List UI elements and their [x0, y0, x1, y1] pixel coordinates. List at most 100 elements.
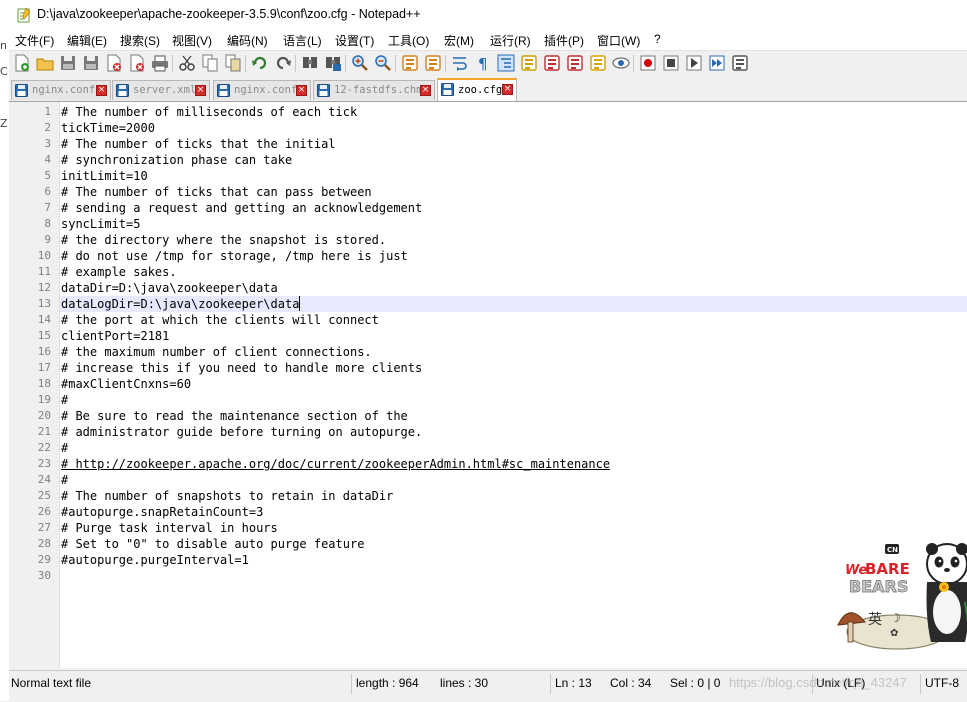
code-line[interactable]: # administrator guide before turning on … — [61, 424, 422, 440]
word-wrap-icon[interactable] — [451, 54, 469, 72]
line-number: 16 — [37, 345, 51, 358]
code-line[interactable]: # — [61, 392, 68, 408]
code-line[interactable]: syncLimit=5 — [61, 216, 140, 232]
close-icon[interactable] — [105, 54, 123, 72]
title-bar[interactable]: D:\java\zookeeper\apache-zookeeper-3.5.9… — [9, 0, 967, 30]
menu-item[interactable]: 文件(F) — [15, 32, 54, 49]
tab-close-icon[interactable]: × — [96, 85, 107, 96]
code-line[interactable]: #maxClientCnxns=60 — [61, 376, 191, 392]
redo-icon[interactable] — [274, 54, 292, 72]
file-tab[interactable]: zoo.cfg × — [437, 78, 517, 101]
file-tab[interactable]: nginx.conf × — [11, 80, 111, 100]
sync-vertical-icon[interactable] — [401, 54, 419, 72]
line-number-gutter[interactable]: 1 2 3 4 5 6 7 8 9 10 11 12 13 14 15 16 17 18 19 20 21 22 23 24 2… — [9, 102, 60, 668]
menu-item[interactable]: 设置(T) — [335, 32, 374, 49]
copy-icon[interactable] — [201, 54, 219, 72]
play-macro-icon[interactable] — [685, 54, 703, 72]
code-line[interactable]: dataLogDir=D:\java\zookeeper\data — [61, 296, 299, 312]
zoom-in-icon[interactable] — [351, 54, 369, 72]
file-tab[interactable]: server.xml × — [112, 80, 210, 100]
code-line[interactable]: # the port at which the clients will con… — [61, 312, 379, 328]
code-line[interactable]: # The number of snapshots to retain in d… — [61, 488, 393, 504]
stop-macro-icon[interactable] — [662, 54, 680, 72]
tab-label: 12-fastdfs.chm — [334, 84, 423, 96]
tab-close-icon[interactable]: × — [420, 85, 431, 96]
tab-close-icon[interactable]: × — [502, 84, 513, 95]
tab-close-icon[interactable]: × — [296, 85, 307, 96]
zoom-out-icon[interactable] — [374, 54, 392, 72]
sync-horizontal-icon[interactable] — [424, 54, 442, 72]
status-selection: Sel : 0 | 0 — [670, 676, 721, 690]
show-all-chars-icon[interactable]: ¶ — [474, 54, 492, 72]
folder-workspace-icon[interactable] — [589, 54, 607, 72]
save-macro-icon[interactable] — [731, 54, 749, 72]
menu-item[interactable]: 语言(L) — [283, 32, 322, 49]
find-icon[interactable] — [301, 54, 319, 72]
monitor-icon[interactable] — [612, 54, 630, 72]
menu-item[interactable]: 运行(R) — [490, 32, 531, 49]
code-line[interactable]: # synchronization phase can take — [61, 152, 292, 168]
code-line[interactable]: clientPort=2181 — [61, 328, 169, 344]
file-tab[interactable]: nginx.conf × — [213, 80, 311, 100]
toolbar-separator — [345, 55, 346, 72]
status-file-type: Normal text file — [11, 676, 92, 690]
svg-text:¶: ¶ — [478, 55, 488, 72]
code-line[interactable]: # sending a request and getting an ackno… — [61, 200, 422, 216]
menu-item[interactable]: 插件(P) — [544, 32, 584, 49]
code-line[interactable]: # The number of milliseconds of each tic… — [61, 104, 357, 120]
file-tab[interactable]: 12-fastdfs.chm × — [313, 80, 435, 100]
menu-item[interactable]: 窗口(W) — [597, 32, 640, 49]
status-encoding[interactable]: UTF-8 — [925, 676, 959, 690]
line-number: 7 — [44, 201, 51, 214]
document-map-icon[interactable] — [543, 54, 561, 72]
editor-area[interactable]: 1 2 3 4 5 6 7 8 9 10 11 12 13 14 15 16 17 18 19 20 21 22 23 24 2… — [9, 102, 967, 668]
code-line[interactable]: # — [61, 472, 68, 488]
code-line[interactable]: # the maximum number of client connectio… — [61, 344, 372, 360]
code-line[interactable]: # increase this if you need to handle mo… — [61, 360, 422, 376]
open-file-icon[interactable] — [36, 54, 54, 72]
code-line[interactable]: # Purge task interval in hours — [61, 520, 278, 536]
code-line[interactable]: # The number of ticks that can pass betw… — [61, 184, 372, 200]
replace-icon[interactable] — [324, 54, 342, 72]
menu-item[interactable]: 编码(N) — [227, 32, 268, 49]
code-line[interactable]: #autopurge.snapRetainCount=3 — [61, 504, 263, 520]
code-line[interactable]: # do not use /tmp for storage, /tmp here… — [61, 248, 408, 264]
menu-item[interactable]: ? — [654, 32, 661, 46]
menu-item[interactable]: 工具(O) — [388, 32, 429, 49]
code-line[interactable]: # http://zookeeper.apache.org/doc/curren… — [61, 456, 610, 472]
function-list-icon[interactable] — [566, 54, 584, 72]
code-line[interactable]: #autopurge.purgeInterval=1 — [61, 552, 249, 568]
record-macro-icon[interactable] — [639, 54, 657, 72]
cut-icon[interactable] — [178, 54, 196, 72]
menu-item[interactable]: 搜索(S) — [120, 32, 160, 49]
save-icon[interactable] — [59, 54, 77, 72]
save-all-icon[interactable] — [82, 54, 100, 72]
toolbar-separator — [172, 55, 173, 72]
code-line[interactable]: initLimit=10 — [61, 168, 148, 184]
menu-item[interactable]: 编辑(E) — [67, 32, 107, 49]
toolbar-separator — [445, 55, 446, 72]
language-icon[interactable] — [520, 54, 538, 72]
menu-item[interactable]: 宏(M) — [444, 32, 474, 49]
paste-icon[interactable] — [224, 54, 242, 72]
indent-guide-icon[interactable] — [497, 54, 515, 72]
code-line[interactable]: # Set to "0" to disable auto purge featu… — [61, 536, 364, 552]
print-icon[interactable] — [151, 54, 169, 72]
menu-item[interactable]: 视图(V) — [172, 32, 212, 49]
code-line[interactable]: # The number of ticks that the initial — [61, 136, 336, 152]
close-all-icon[interactable] — [128, 54, 146, 72]
code-line[interactable]: # example sakes. — [61, 264, 177, 280]
svg-text:✿: ✿ — [890, 628, 898, 639]
line-number: 2 — [44, 121, 51, 134]
code-line[interactable]: # the directory where the snapshot is st… — [61, 232, 386, 248]
new-file-icon[interactable] — [13, 54, 31, 72]
code-line[interactable]: dataDir=D:\java\zookeeper\data — [61, 280, 278, 296]
undo-icon[interactable] — [251, 54, 269, 72]
tab-close-icon[interactable]: × — [195, 85, 206, 96]
code-line[interactable]: # Be sure to read the maintenance sectio… — [61, 408, 408, 424]
run-macro-multiple-icon[interactable] — [708, 54, 726, 72]
code-text-area[interactable]: # The number of milliseconds of each tic… — [60, 102, 967, 668]
saved-file-icon — [317, 84, 330, 97]
code-line[interactable]: # — [61, 440, 68, 456]
code-line[interactable]: tickTime=2000 — [61, 120, 155, 136]
